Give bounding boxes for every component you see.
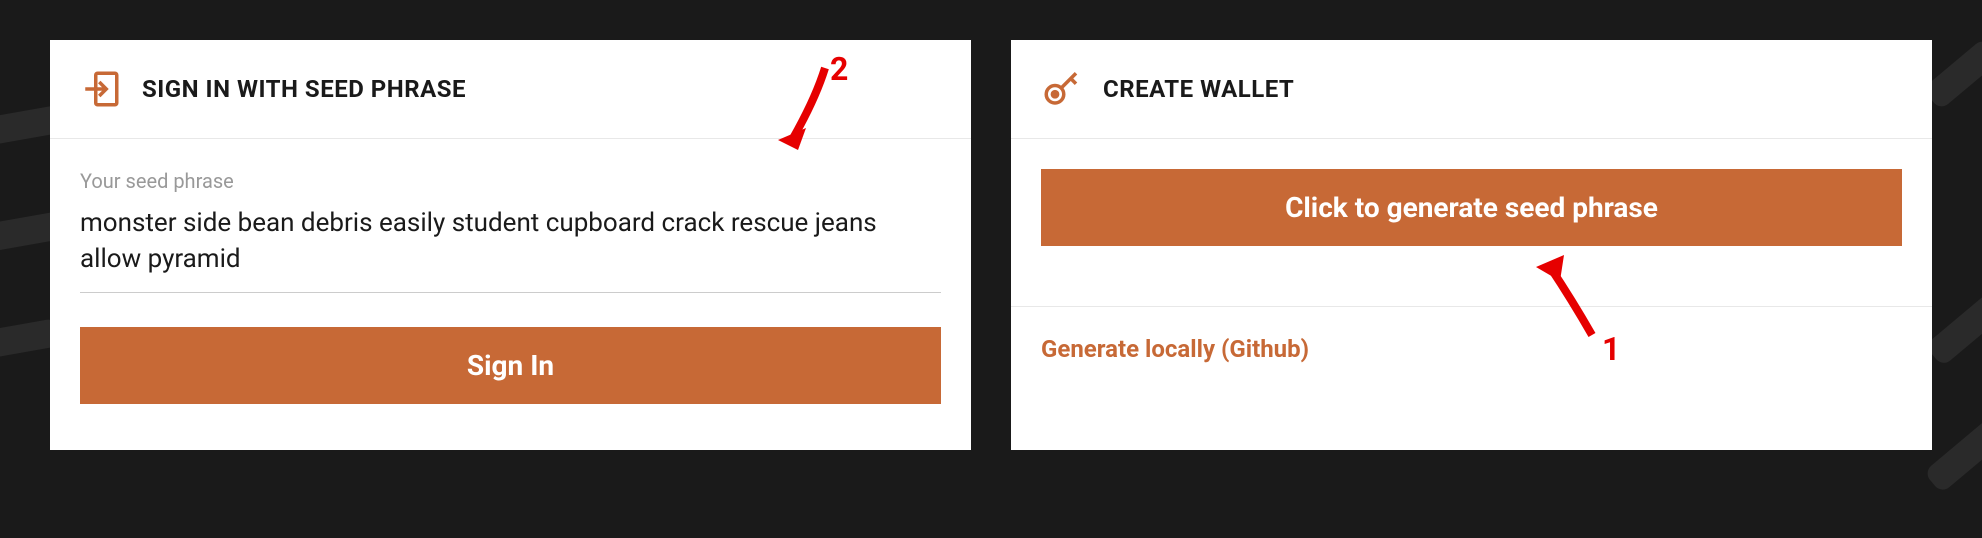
login-icon — [80, 68, 122, 110]
create-wallet-card: CREATE WALLET Click to generate seed phr… — [1011, 40, 1932, 450]
create-title: CREATE WALLET — [1103, 75, 1294, 103]
signin-body: Your seed phrase Sign In — [50, 139, 971, 434]
generate-locally-link[interactable]: Generate locally (Github) — [1041, 335, 1309, 363]
seed-phrase-input[interactable] — [80, 205, 941, 293]
key-icon — [1041, 68, 1083, 110]
signin-button[interactable]: Sign In — [80, 327, 941, 404]
create-footer: Generate locally (Github) — [1011, 306, 1932, 391]
create-body: Click to generate seed phrase — [1011, 139, 1932, 276]
signin-header: SIGN IN WITH SEED PHRASE — [50, 40, 971, 139]
signin-title: SIGN IN WITH SEED PHRASE — [142, 75, 466, 103]
generate-seed-button[interactable]: Click to generate seed phrase — [1041, 169, 1902, 246]
create-header: CREATE WALLET — [1011, 40, 1932, 139]
seed-phrase-label: Your seed phrase — [80, 169, 941, 193]
signin-card: SIGN IN WITH SEED PHRASE Your seed phras… — [50, 40, 971, 450]
